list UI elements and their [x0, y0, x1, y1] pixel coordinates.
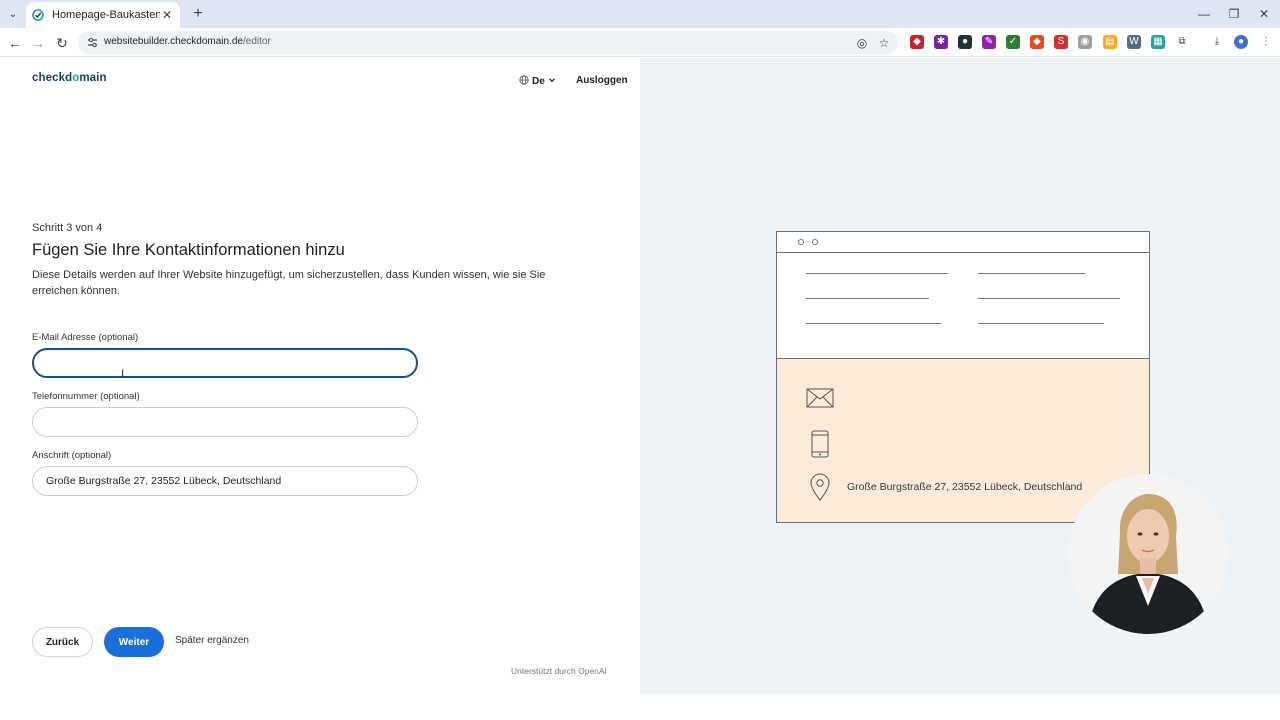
globe-icon [519, 75, 529, 88]
phone-label: Telefonnummer (optional) [32, 391, 140, 402]
browser-toolbar: ← → ↻ websitebuilder.checkdomain.de/edit… [0, 28, 1280, 57]
assistant-video-avatar [1068, 474, 1228, 634]
browser-menu-icon[interactable]: ⋮ [1259, 35, 1273, 49]
mock-text-line [978, 323, 1104, 324]
browser-tab-bar: ⌄ Homepage-Baukasten ✕ + — ❐ ✕ [0, 0, 1280, 28]
mock-text-line [978, 298, 1120, 299]
later-link[interactable]: Später ergänzen [175, 635, 249, 646]
page-title: Fügen Sie Ihre Kontaktinformationen hinz… [32, 241, 345, 259]
chevron-down-icon [548, 76, 556, 87]
mock-text-line [806, 273, 948, 274]
site-settings-icon[interactable] [86, 36, 99, 49]
mock-dot [812, 239, 818, 245]
tab-close-icon[interactable]: ✕ [160, 8, 174, 22]
website-preview-mockup: Große Burgstraße 27, 23552 Lübeck, Deuts… [776, 231, 1150, 523]
form-panel: checkdomain De Ausloggen Schritt 3 von 4… [0, 58, 640, 720]
bookmark-star-icon[interactable]: ☆ [877, 36, 891, 50]
close-window-icon[interactable]: ✕ [1250, 4, 1278, 24]
tracking-eye-off-icon[interactable]: ◎ [855, 36, 869, 50]
forward-arrow-icon[interactable]: → [28, 33, 48, 53]
url-text: websitebuilder.checkdomain.de/editor [104, 36, 271, 47]
mock-address-text: Große Burgstraße 27, 23552 Lübeck, Deuts… [847, 481, 1083, 493]
extension-wordpress-icon[interactable]: W [1127, 35, 1141, 49]
page: checkdomain De Ausloggen Schritt 3 von 4… [0, 58, 1280, 720]
new-tab-plus-icon[interactable]: + [188, 4, 208, 24]
mock-dot [798, 239, 804, 245]
page-description: Diese Details werden auf Ihrer Website h… [32, 269, 546, 297]
checkdomain-favicon-icon [32, 9, 44, 21]
powered-by-text: Unterstützt durch OpenAI [511, 666, 607, 676]
extension-dark-circle-icon[interactable]: ● [958, 35, 972, 49]
step-indicator: Schritt 3 von 4 [32, 222, 103, 234]
extension-check-icon[interactable]: ✓ [1006, 35, 1020, 49]
address-bar[interactable]: websitebuilder.checkdomain.de/editor ◎ ☆ [78, 31, 898, 54]
extension-table-icon[interactable]: ▦ [1151, 35, 1165, 49]
next-button[interactable]: Weiter [104, 627, 164, 657]
reload-icon[interactable]: ↻ [52, 33, 72, 53]
tab-title: Homepage-Baukasten [52, 9, 160, 21]
back-button[interactable]: Zurück [32, 627, 93, 657]
text-cursor-icon: I [121, 367, 125, 381]
extension-s-icon[interactable]: S [1054, 35, 1068, 49]
minimize-icon[interactable]: — [1190, 4, 1218, 24]
profile-avatar-icon[interactable]: ● [1234, 35, 1248, 49]
address-field[interactable] [32, 466, 418, 496]
mock-text-line [806, 323, 941, 324]
browser-tab[interactable]: Homepage-Baukasten ✕ [26, 2, 180, 28]
extension-pen-icon[interactable]: ✎ [982, 35, 996, 49]
language-label: De [532, 76, 545, 87]
logout-link[interactable]: Ausloggen [576, 75, 628, 86]
language-switcher[interactable]: De [519, 75, 556, 88]
download-icon[interactable]: ⤓ [1210, 35, 1224, 49]
location-pin-icon [809, 473, 831, 506]
address-label: Anschrift (optional) [32, 450, 112, 461]
extension-purple-gear-icon[interactable]: ✱ [934, 35, 948, 49]
mock-text-line [806, 298, 929, 299]
envelope-icon [806, 388, 834, 413]
extension-red-diamond-icon[interactable]: ◆ [910, 35, 924, 49]
extensions-puzzle-icon[interactable]: ⧉ [1175, 35, 1189, 49]
checkdomain-logo[interactable]: checkdomain [32, 72, 107, 84]
email-field[interactable] [32, 348, 418, 378]
preview-panel: Große Burgstraße 27, 23552 Lübeck, Deuts… [640, 58, 1280, 694]
mock-browser-bar [777, 232, 1149, 253]
extension-folder-icon[interactable]: ▤ [1103, 35, 1117, 49]
phone-field[interactable] [32, 407, 418, 437]
extension-camera-icon[interactable]: ◉ [1078, 35, 1092, 49]
tab-list-chevron-icon[interactable]: ⌄ [4, 5, 22, 23]
extension-orange-icon[interactable]: ◆ [1030, 35, 1044, 49]
back-arrow-icon[interactable]: ← [5, 33, 25, 53]
mock-text-line [978, 273, 1085, 274]
restore-icon[interactable]: ❐ [1220, 4, 1248, 24]
phone-icon [811, 430, 829, 463]
email-label: E-Mail Adresse (optional) [32, 332, 139, 343]
